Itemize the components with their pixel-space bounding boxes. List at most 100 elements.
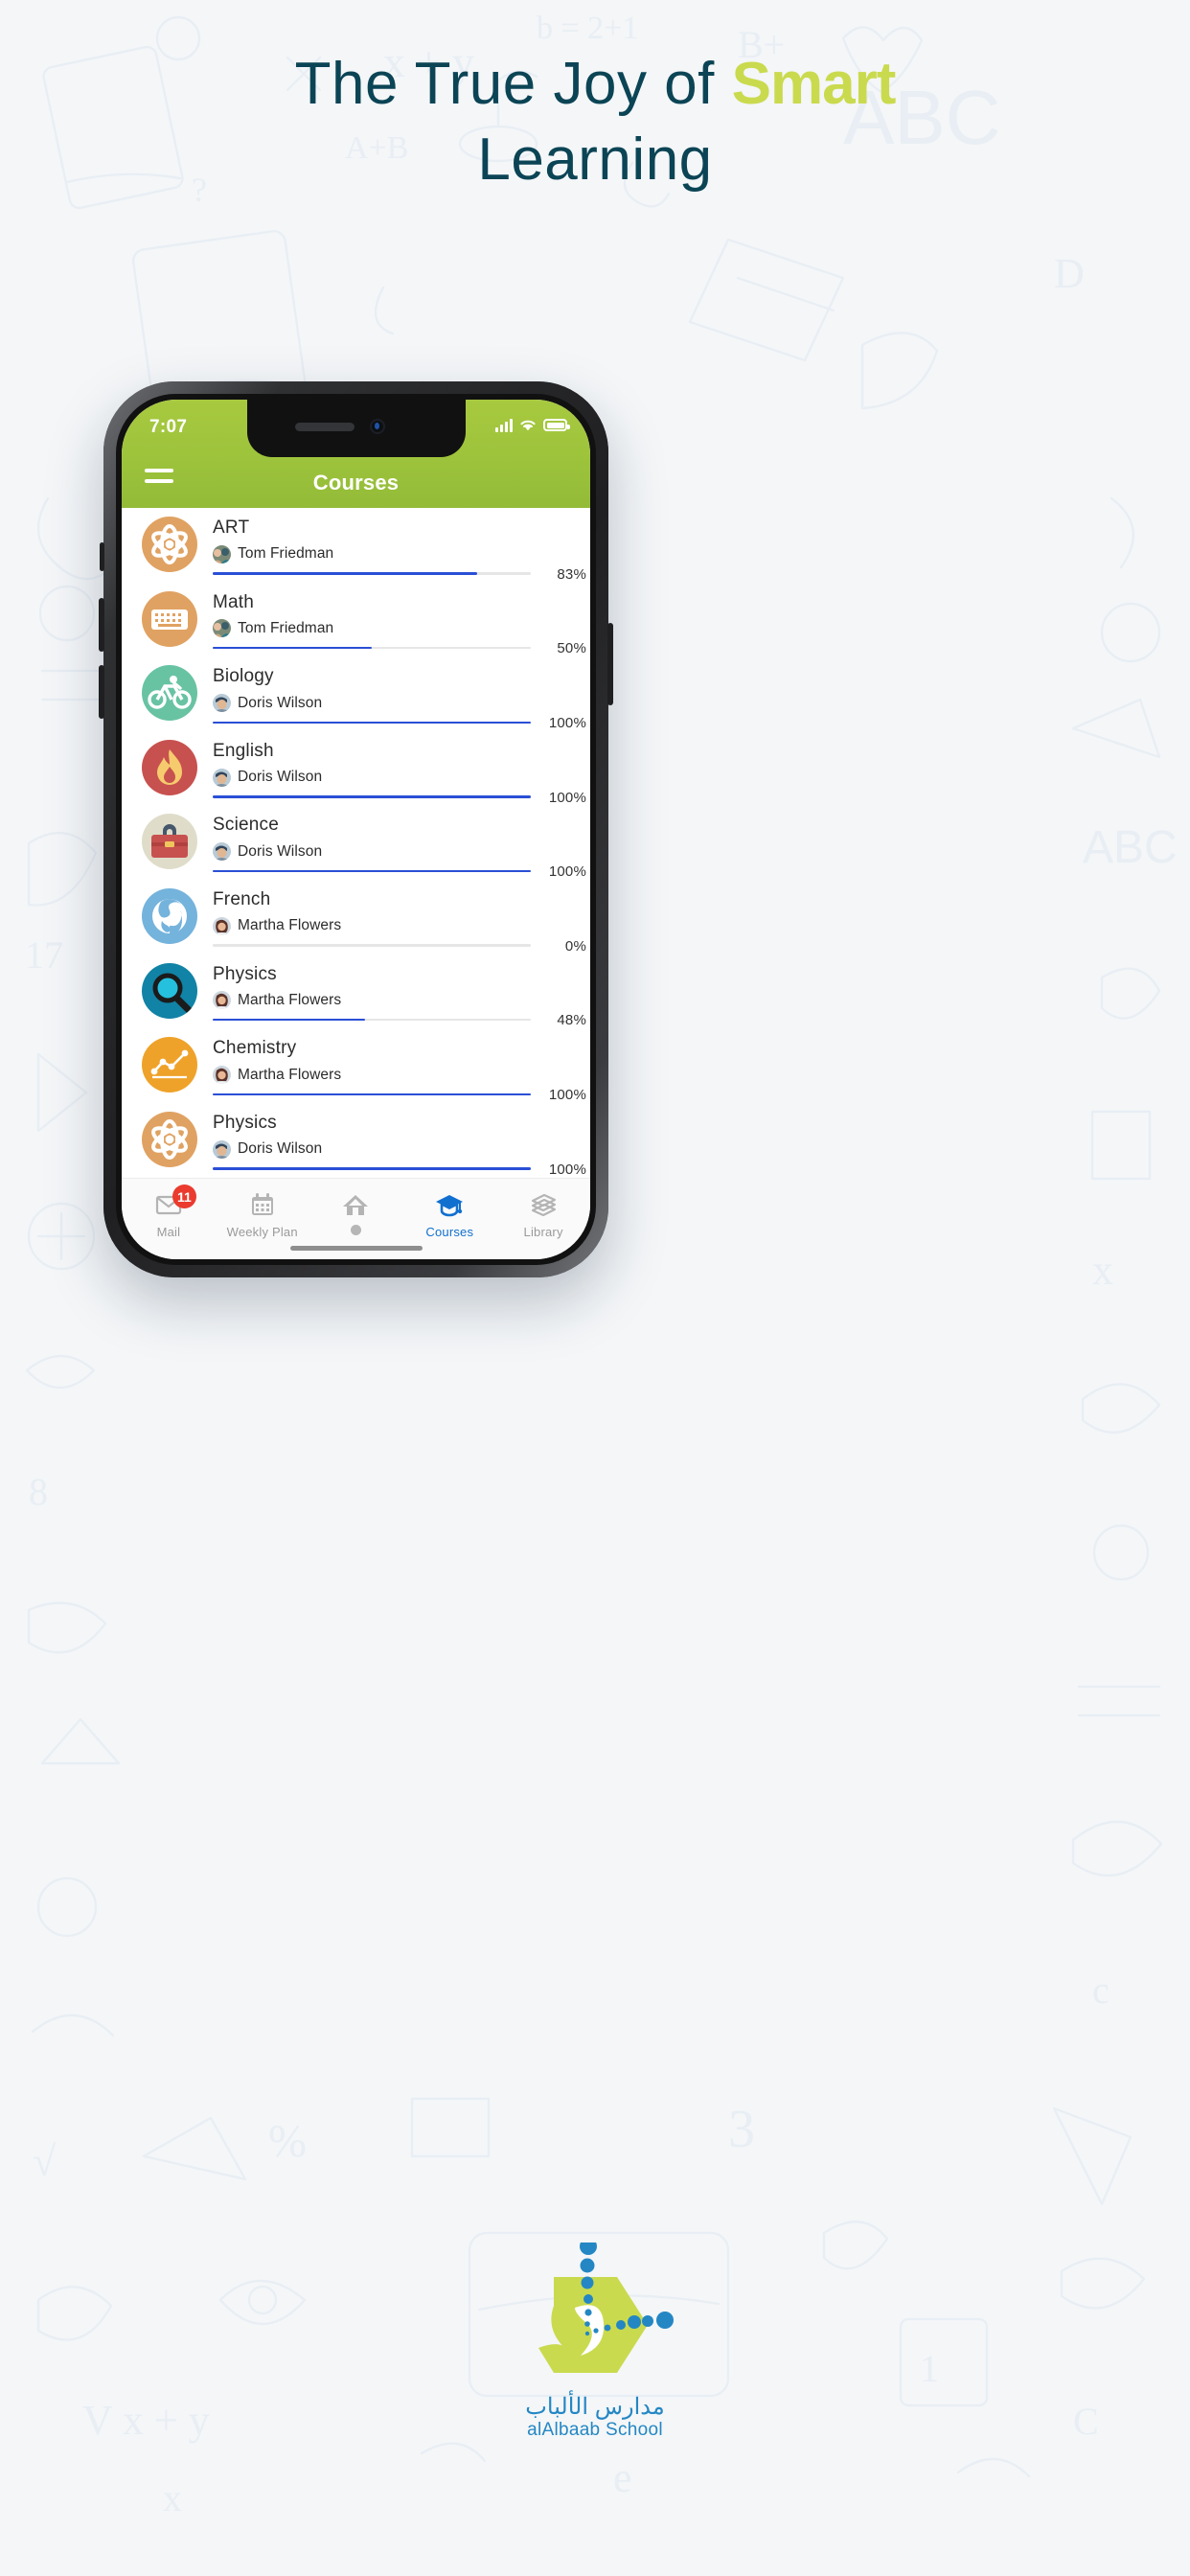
progress-percent-label: 100% [548, 715, 586, 732]
logo-arabic-name: مدارس الألباب [525, 2394, 665, 2420]
svg-text:√: √ [33, 2138, 57, 2185]
header-title: Courses [312, 470, 400, 494]
cellular-signal-icon [495, 418, 513, 432]
nav-item-home[interactable] [309, 1190, 403, 1235]
flame-icon [142, 739, 197, 795]
progress-track [213, 795, 531, 798]
course-body: English Doris Wilson 100% [213, 740, 590, 806]
svg-text:e: e [613, 2454, 632, 2501]
course-teacher: Tom Friedman [213, 544, 583, 564]
avatar [213, 991, 231, 1010]
course-progress: 83% [213, 566, 586, 583]
course-row[interactable]: Chemistry Martha Flowers 100% [122, 1028, 590, 1103]
phone-mockup: 7:07 Courses ART Tom Friedman 83% Math T… [99, 381, 613, 1277]
course-row[interactable]: Physics Doris Wilson 100% [122, 1103, 590, 1178]
svg-text:17: 17 [25, 933, 63, 977]
svg-text:x: x [163, 2476, 182, 2519]
app-header-bar: Courses [122, 457, 590, 508]
teacher-name: Martha Flowers [238, 917, 342, 934]
earpiece-speaker [294, 423, 355, 431]
course-row[interactable]: Science Doris Wilson 100% [122, 805, 590, 880]
svg-text:8: 8 [29, 1470, 48, 1513]
svg-text:1: 1 [920, 2347, 939, 2390]
globe-icon [142, 887, 197, 944]
avatar [213, 1066, 231, 1084]
progress-fill [213, 721, 531, 724]
course-row[interactable]: French Martha Flowers 0% [122, 880, 590, 954]
nav-item-label: Mail [156, 1225, 181, 1239]
progress-track [213, 869, 531, 873]
volume-up-button[interactable] [99, 598, 104, 652]
svg-text:D: D [1054, 250, 1085, 297]
course-title: French [213, 888, 271, 909]
course-title: Physics [213, 1112, 277, 1133]
avatar [213, 916, 231, 935]
progress-percent-label: 100% [548, 789, 586, 806]
course-row[interactable]: Biology Doris Wilson 100% [122, 656, 590, 731]
nav-item-label: Weekly Plan [226, 1225, 298, 1239]
course-body: Physics Doris Wilson 100% [213, 1112, 590, 1178]
course-teacher: Doris Wilson [213, 1139, 583, 1159]
power-button[interactable] [607, 623, 613, 705]
phone-screen-bezel: 7:07 Courses ART Tom Friedman 83% Math T… [116, 394, 596, 1265]
progress-percent-label: 100% [548, 1161, 586, 1178]
course-progress: 100% [213, 715, 586, 731]
progress-track [213, 572, 531, 575]
course-row[interactable]: Math Tom Friedman 50% [122, 583, 590, 656]
progress-track [213, 944, 531, 947]
course-row[interactable]: English Doris Wilson 100% [122, 731, 590, 806]
course-body: Physics Martha Flowers 48% [213, 963, 590, 1028]
course-progress: 100% [213, 1162, 586, 1178]
course-title: ART [213, 518, 250, 538]
progress-track [213, 1092, 531, 1095]
avatar [213, 768, 231, 787]
svg-text:ABC: ABC [1083, 822, 1178, 873]
course-list[interactable]: ART Tom Friedman 83% Math Tom Friedman 50%… [122, 508, 590, 1178]
progress-fill [213, 1092, 531, 1095]
course-row[interactable]: ART Tom Friedman 83% [122, 508, 590, 583]
headline-line-2: Learning [477, 126, 713, 194]
volume-down-button[interactable] [99, 665, 104, 719]
calendar-icon [248, 1190, 277, 1219]
course-body: Chemistry Martha Flowers 100% [213, 1037, 590, 1103]
svg-text:C: C [1073, 2400, 1099, 2443]
course-body: Math Tom Friedman 50% [213, 591, 590, 656]
svg-text:x: x [1092, 1247, 1113, 1294]
progress-fill [213, 1018, 366, 1022]
nav-item-courses[interactable]: Courses [402, 1190, 496, 1239]
atom-icon [142, 1111, 197, 1167]
progress-percent-label: 0% [564, 937, 586, 954]
nav-item-library[interactable]: Library [496, 1190, 590, 1239]
magnifier-icon [142, 962, 197, 1019]
app-header: 7:07 Courses [122, 400, 590, 508]
home-indicator[interactable] [289, 1246, 423, 1251]
progress-percent-label: 50% [557, 640, 586, 657]
course-row[interactable]: Physics Martha Flowers 48% [122, 954, 590, 1028]
progress-track [213, 1167, 531, 1170]
course-progress: 0% [213, 938, 586, 954]
svg-text:%: % [268, 2116, 307, 2167]
progress-percent-label: 83% [557, 565, 586, 583]
progress-fill [213, 646, 372, 650]
progress-fill [213, 795, 531, 798]
svg-text:b = 2+1: b = 2+1 [537, 11, 638, 46]
course-teacher: Tom Friedman [213, 619, 583, 638]
nav-item-mail[interactable]: 11 Mail [122, 1184, 216, 1239]
progress-percent-label: 100% [548, 1087, 586, 1103]
course-title: Math [213, 591, 255, 612]
silent-switch[interactable] [100, 542, 104, 571]
footer-logo: مدارس الألباب alAlbaab School [437, 2238, 753, 2441]
nav-item-weekly-plan[interactable]: Weekly Plan [216, 1190, 309, 1239]
teacher-name: Tom Friedman [238, 545, 334, 563]
course-teacher: Martha Flowers [213, 991, 583, 1010]
app-screen: 7:07 Courses ART Tom Friedman 83% Math T… [122, 400, 590, 1259]
svg-text:V x + y: V x + y [82, 2397, 210, 2444]
course-body: Biology Doris Wilson 100% [213, 665, 590, 731]
nav-item-label: Library [523, 1225, 563, 1239]
teacher-name: Doris Wilson [238, 842, 323, 860]
hamburger-menu-icon[interactable] [145, 469, 173, 483]
svg-text:3: 3 [728, 2100, 755, 2159]
course-teacher: Martha Flowers [213, 1066, 583, 1084]
books-icon [529, 1190, 558, 1219]
progress-track [213, 721, 531, 724]
